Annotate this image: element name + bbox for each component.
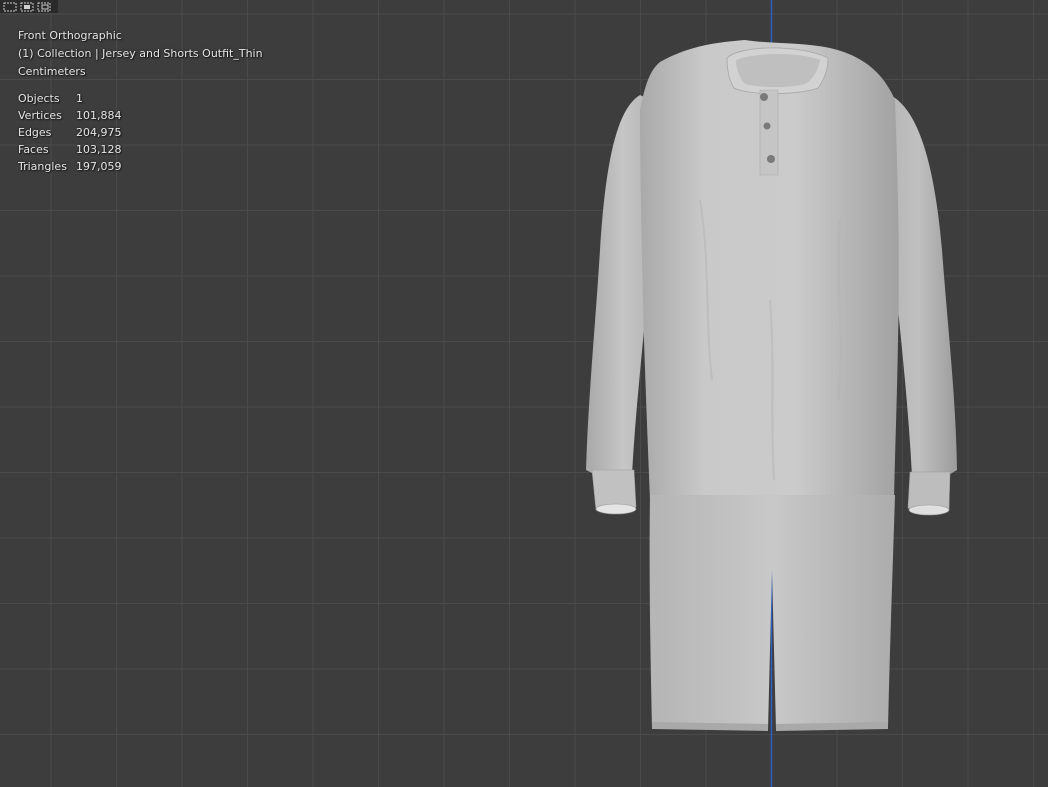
select-extend-icon[interactable] [20, 2, 34, 12]
stat-row-vertices: Vertices 101,884 [18, 107, 122, 124]
view-name: Front Orthographic [18, 29, 122, 42]
select-box-icon[interactable] [3, 2, 17, 12]
stat-value: 103,128 [76, 143, 122, 156]
stat-value: 204,975 [76, 126, 122, 139]
placket-button-2 [763, 122, 771, 130]
select-subtract-icon[interactable] [37, 2, 51, 12]
viewport-text-info: Front Orthographic (1) Collection | Jers… [18, 27, 263, 81]
stat-label: Faces [18, 143, 49, 156]
garment-model[interactable] [0, 0, 1048, 787]
placket-button-1 [760, 93, 768, 101]
stat-row-edges: Edges 204,975 [18, 124, 122, 141]
stat-row-objects: Objects 1 [18, 90, 122, 107]
stat-label: Objects [18, 92, 60, 105]
right-cuff-opening [908, 504, 950, 516]
3d-viewport[interactable]: Front Orthographic (1) Collection | Jers… [0, 0, 1048, 787]
scene-statistics: Objects 1 Vertices 101,884 Edges 204,975… [18, 90, 122, 175]
stat-value: 101,884 [76, 109, 122, 122]
select-mode-toolbar [0, 0, 58, 13]
stat-label: Edges [18, 126, 52, 139]
collar-inner [736, 54, 820, 87]
stat-label: Vertices [18, 109, 62, 122]
stat-row-faces: Faces 103,128 [18, 141, 122, 158]
stat-label: Triangles [18, 160, 67, 173]
placket-button-3 [767, 155, 775, 163]
units-label: Centimeters [18, 65, 86, 78]
stat-value: 1 [76, 92, 83, 105]
shorts [649, 495, 895, 730]
stat-row-triangles: Triangles 197,059 [18, 158, 122, 175]
stat-value: 197,059 [76, 160, 122, 173]
shorts-hem [652, 722, 888, 731]
left-cuff-opening [595, 503, 637, 515]
collection-line: (1) Collection | Jersey and Shorts Outfi… [18, 47, 263, 60]
